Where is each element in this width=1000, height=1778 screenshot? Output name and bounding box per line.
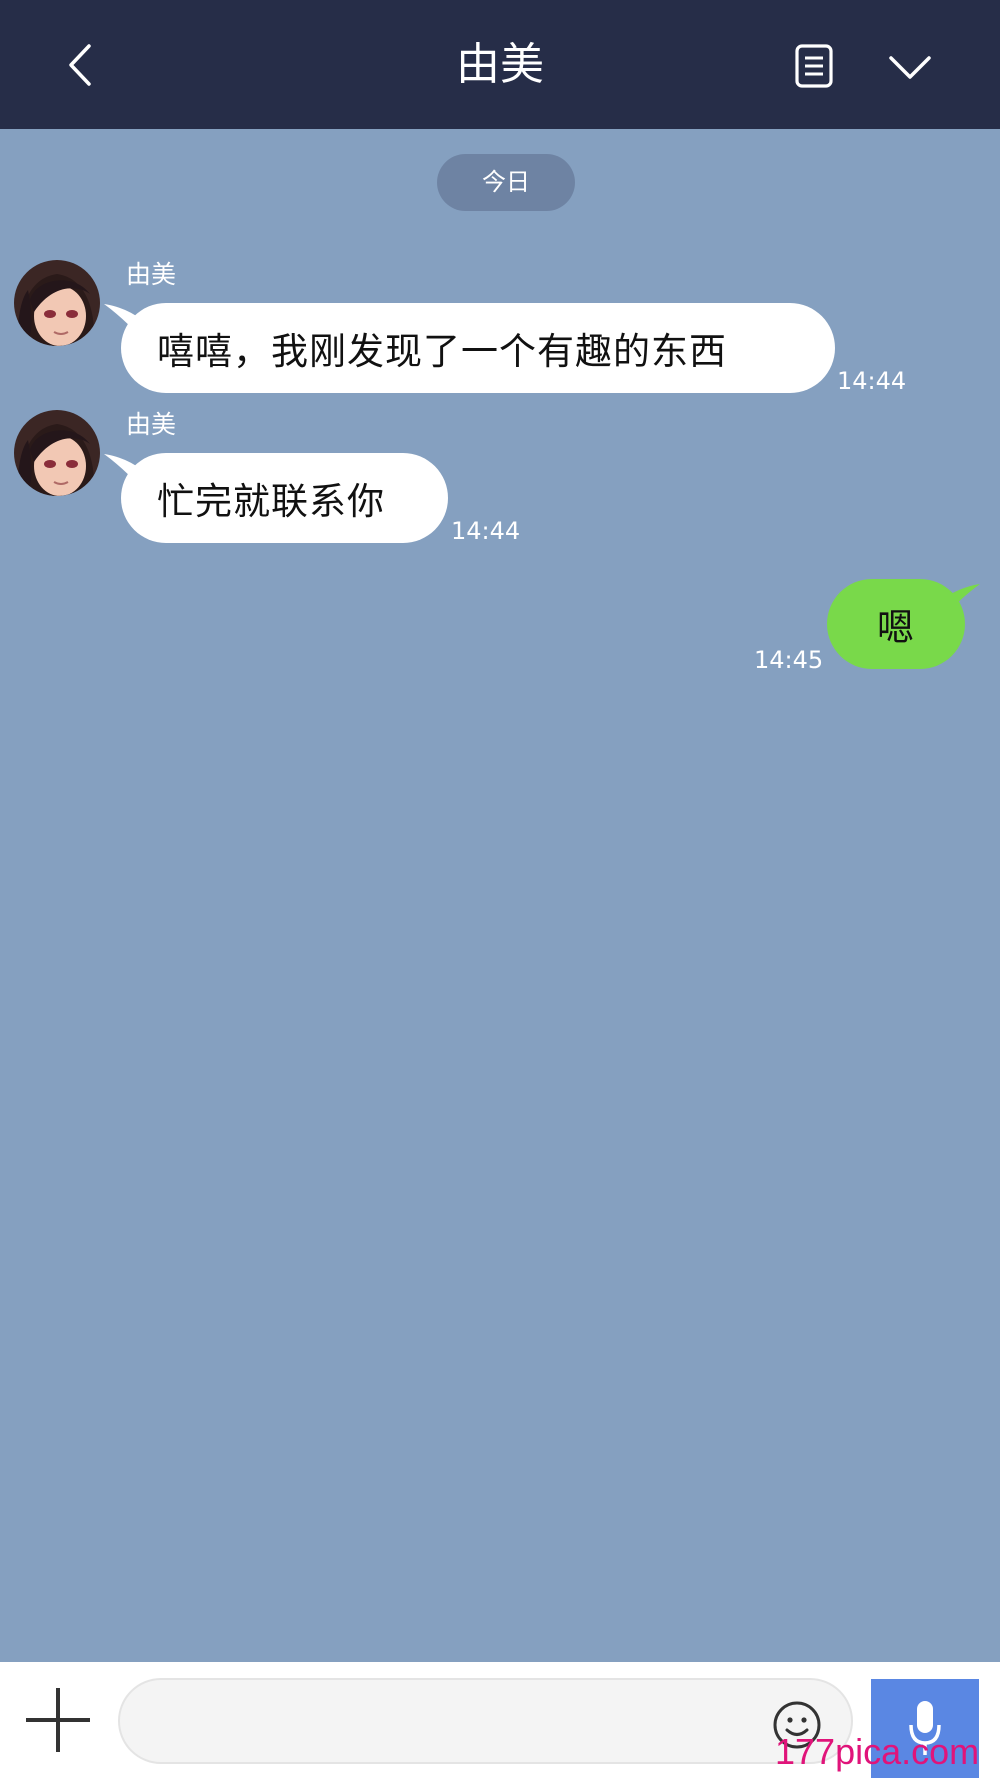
message-text: 嘻嘻，我刚发现了一个有趣的东西 [157, 330, 727, 373]
sender-name: 由美 [126, 260, 177, 289]
avatar[interactable] [14, 410, 100, 496]
message-bubble[interactable]: 嘻嘻，我刚发现了一个有趣的东西 [121, 303, 835, 393]
message-input[interactable] [118, 1678, 853, 1764]
avatar-image [14, 260, 100, 346]
chat-header: 由美 [0, 0, 1000, 129]
chevron-left-icon [69, 44, 91, 86]
date-separator: 今日 [437, 154, 575, 211]
notes-button[interactable] [786, 38, 842, 94]
message-bubble[interactable]: 嗯 [827, 579, 965, 669]
plus-icon [26, 1688, 90, 1752]
avatar[interactable] [14, 260, 100, 346]
message-time: 14:44 [837, 367, 907, 395]
attach-button[interactable] [22, 1684, 94, 1756]
message-bubble[interactable]: 忙完就联系你 [121, 453, 448, 543]
notes-icon [795, 44, 833, 88]
chat-screen: 由美 今日 由美 嘻嘻，我刚发现了一个有趣的东西 14:44 由美 忙完就联系你… [0, 0, 1000, 1778]
watermark: 177pica.com [775, 1731, 980, 1772]
message-text: 嗯 [877, 606, 915, 649]
chevron-down-icon [889, 56, 931, 79]
menu-toggle-button[interactable] [880, 40, 940, 96]
sender-name: 由美 [126, 410, 177, 439]
message-time: 14:45 [754, 646, 824, 674]
message-time: 14:44 [451, 517, 521, 545]
back-button[interactable] [50, 30, 110, 100]
avatar-image [14, 410, 100, 496]
message-text: 忙完就联系你 [157, 480, 385, 523]
chat-title: 由美 [456, 39, 544, 90]
